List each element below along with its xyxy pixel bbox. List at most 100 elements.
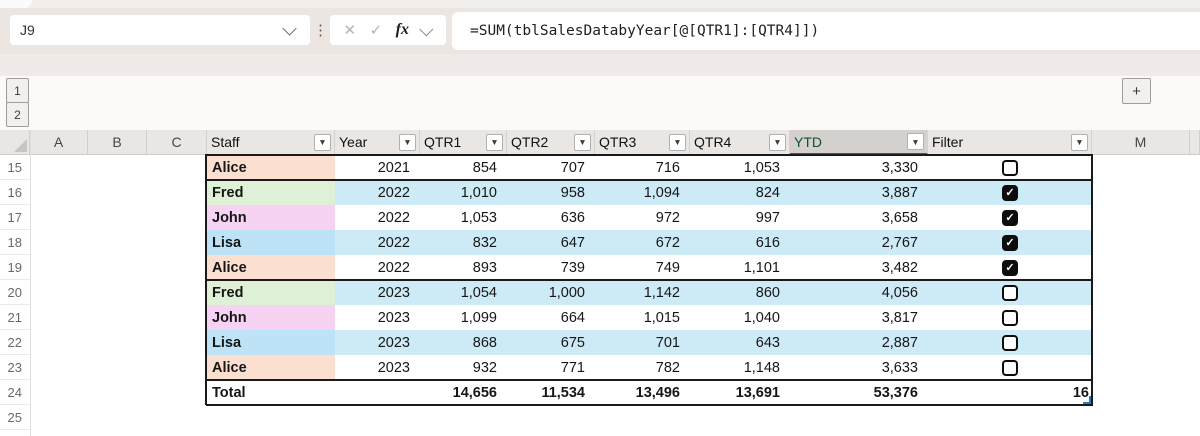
- cell-ytd[interactable]: 3,658: [790, 205, 928, 230]
- outline-level-2-button[interactable]: 2: [6, 102, 29, 127]
- cell-staff[interactable]: Lisa: [207, 230, 335, 255]
- filter-dropdown-icon[interactable]: ▼: [907, 133, 924, 150]
- cell-staff[interactable]: Alice: [207, 255, 335, 280]
- enter-icon[interactable]: ✓: [370, 21, 383, 39]
- table-header-staff[interactable]: Staff ▼: [207, 130, 335, 155]
- checkbox-unchecked-icon[interactable]: [1002, 334, 1018, 351]
- cell-qtr1[interactable]: 14,656: [420, 380, 507, 405]
- cell-qtr2[interactable]: 1,000: [507, 280, 595, 305]
- column-header-b[interactable]: B: [88, 130, 147, 155]
- cell-qtr2[interactable]: 958: [507, 180, 595, 205]
- checkbox-checked-icon[interactable]: ✓: [1002, 184, 1018, 201]
- column-header-c[interactable]: C: [147, 130, 207, 155]
- cancel-icon[interactable]: ✕: [344, 21, 357, 39]
- cell-qtr2[interactable]: 739: [507, 255, 595, 280]
- table-header-ytd[interactable]: YTD ▼: [790, 130, 928, 155]
- cell-qtr3[interactable]: 1,015: [595, 305, 690, 330]
- cell-qtr4[interactable]: 824: [690, 180, 790, 205]
- table-header-qtr3[interactable]: QTR3 ▼: [595, 130, 690, 155]
- cell-year[interactable]: 2023: [335, 280, 420, 305]
- row-header-23[interactable]: 23: [0, 355, 30, 380]
- table-header-qtr2[interactable]: QTR2 ▼: [507, 130, 595, 155]
- cell-qtr2[interactable]: 647: [507, 230, 595, 255]
- row-header-24[interactable]: 24: [0, 380, 30, 405]
- cell-year[interactable]: 2022: [335, 255, 420, 280]
- checkbox-unchecked-icon[interactable]: [1002, 284, 1018, 301]
- checkbox-checked-icon[interactable]: ✓: [1002, 209, 1018, 226]
- cell-ytd[interactable]: 3,482: [790, 255, 928, 280]
- filter-dropdown-icon[interactable]: ▼: [314, 133, 331, 151]
- row-header-16[interactable]: 16: [0, 180, 30, 205]
- column-header-a[interactable]: A: [30, 130, 88, 155]
- table-header-filter[interactable]: Filter ▼: [928, 130, 1092, 155]
- column-header-m[interactable]: M: [1092, 130, 1190, 155]
- cell-staff[interactable]: Alice: [207, 155, 335, 180]
- checkbox-unchecked-icon[interactable]: [1002, 359, 1018, 376]
- row-header-21[interactable]: 21: [0, 305, 30, 330]
- checkbox-checked-icon[interactable]: ✓: [1002, 259, 1018, 276]
- row-header-17[interactable]: 17: [0, 205, 30, 230]
- cell-qtr4[interactable]: 643: [690, 330, 790, 355]
- select-all-corner[interactable]: [0, 130, 30, 155]
- table-header-qtr1[interactable]: QTR1 ▼: [420, 130, 507, 155]
- cell-qtr1[interactable]: 832: [420, 230, 507, 255]
- checkbox-unchecked-icon[interactable]: [1002, 309, 1018, 326]
- cell-ytd[interactable]: 3,330: [790, 155, 928, 180]
- cell-qtr4[interactable]: 616: [690, 230, 790, 255]
- cell-year[interactable]: 2023: [335, 330, 420, 355]
- cell-qtr4[interactable]: 997: [690, 205, 790, 230]
- cell-qtr2[interactable]: 664: [507, 305, 595, 330]
- cell-qtr3[interactable]: 1,142: [595, 280, 690, 305]
- cell-year[interactable]: 2023: [335, 305, 420, 330]
- cell-ytd[interactable]: 3,817: [790, 305, 928, 330]
- cell-qtr4[interactable]: 1,053: [690, 155, 790, 180]
- row-header-20[interactable]: 20: [0, 280, 30, 305]
- cell-ytd[interactable]: 3,633: [790, 355, 928, 380]
- cell-filter-total[interactable]: 16: [928, 380, 1092, 405]
- cell-year[interactable]: [335, 380, 420, 405]
- cell-qtr1[interactable]: 932: [420, 355, 507, 380]
- filter-dropdown-icon[interactable]: ▼: [574, 133, 591, 151]
- cell-qtr1[interactable]: 854: [420, 155, 507, 180]
- cell-ytd[interactable]: 2,767: [790, 230, 928, 255]
- table-header-year[interactable]: Year ▼: [335, 130, 420, 155]
- filter-dropdown-icon[interactable]: ▼: [1071, 133, 1088, 151]
- cell-qtr4[interactable]: 1,040: [690, 305, 790, 330]
- cell-qtr1[interactable]: 1,053: [420, 205, 507, 230]
- formula-input[interactable]: =SUM(tblSalesDatabyYear[@[QTR1]:[QTR4]]): [452, 12, 1200, 50]
- cell-qtr3[interactable]: 749: [595, 255, 690, 280]
- cell-staff[interactable]: Fred: [207, 180, 335, 205]
- cell-staff[interactable]: Alice: [207, 355, 335, 380]
- name-box[interactable]: J9: [10, 15, 310, 45]
- cell-ytd[interactable]: 2,887: [790, 330, 928, 355]
- outline-level-1-button[interactable]: 1: [6, 78, 29, 103]
- cell-staff[interactable]: John: [207, 205, 335, 230]
- cell-year[interactable]: 2022: [335, 180, 420, 205]
- cell-qtr3[interactable]: 672: [595, 230, 690, 255]
- cell-year[interactable]: 2023: [335, 355, 420, 380]
- row-header-18[interactable]: 18: [0, 230, 30, 255]
- fx-chevron-icon[interactable]: [419, 22, 434, 37]
- cell-qtr4[interactable]: 860: [690, 280, 790, 305]
- cell-qtr3[interactable]: 972: [595, 205, 690, 230]
- cell-qtr3[interactable]: 701: [595, 330, 690, 355]
- cell-ytd[interactable]: 53,376: [790, 380, 928, 405]
- row-header-19[interactable]: 19: [0, 255, 30, 280]
- cell-staff[interactable]: Lisa: [207, 330, 335, 355]
- cell-qtr4[interactable]: 13,691: [690, 380, 790, 405]
- row-header-25[interactable]: 25: [0, 405, 30, 430]
- checkbox-unchecked-icon[interactable]: [1002, 159, 1018, 176]
- cell-ytd[interactable]: 3,887: [790, 180, 928, 205]
- cell-qtr3[interactable]: 13,496: [595, 380, 690, 405]
- row-header-15[interactable]: 15: [0, 155, 30, 180]
- cell-staff[interactable]: Fred: [207, 280, 335, 305]
- cell-ytd[interactable]: 4,056: [790, 280, 928, 305]
- cell-qtr1[interactable]: 868: [420, 330, 507, 355]
- cell-qtr1[interactable]: 1,010: [420, 180, 507, 205]
- filter-dropdown-icon[interactable]: ▼: [669, 133, 686, 151]
- table-header-qtr4[interactable]: QTR4 ▼: [690, 130, 790, 155]
- cell-staff[interactable]: John: [207, 305, 335, 330]
- cell-qtr4[interactable]: 1,148: [690, 355, 790, 380]
- cell-qtr2[interactable]: 636: [507, 205, 595, 230]
- cell-qtr2[interactable]: 707: [507, 155, 595, 180]
